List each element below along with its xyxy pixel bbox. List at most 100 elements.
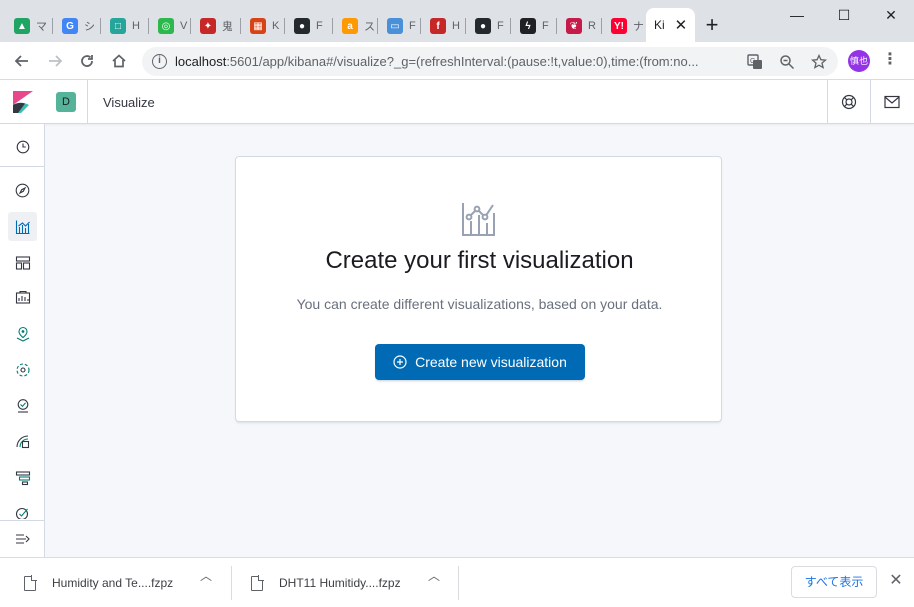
infrastructure-icon: [17, 398, 28, 413]
active-tab-title: Ki: [654, 18, 665, 32]
space-avatar[interactable]: D: [56, 92, 76, 112]
browser-tab[interactable]: ▭ F: [381, 14, 419, 38]
tab-separator: [420, 18, 421, 34]
browser-tab[interactable]: □ H: [104, 14, 142, 38]
nav-uptime[interactable]: [8, 499, 37, 519]
nav-machine-learning[interactable]: [8, 355, 37, 384]
empty-prompt-description: You can create different visualizations,…: [296, 296, 663, 312]
active-tab-kibana[interactable]: Ki ✕: [646, 8, 696, 42]
reload-button[interactable]: [75, 49, 99, 73]
nav-apm[interactable]: [8, 463, 37, 492]
logs-icon: [15, 434, 29, 448]
profile-avatar[interactable]: 慎也: [848, 50, 870, 72]
download-separator: [231, 566, 232, 600]
tab-separator: [52, 18, 53, 34]
newsfeed-button[interactable]: [870, 80, 912, 124]
canvas-icon: [15, 290, 30, 304]
browser-tab[interactable]: fH: [424, 14, 462, 38]
nav-maps[interactable]: [8, 319, 37, 348]
tab-separator: [465, 18, 466, 34]
file-icon: [251, 574, 264, 591]
window-close-button[interactable]: ✕: [876, 4, 906, 26]
address-bar[interactable]: i localhost:5601/app/kibana#/visualize?_…: [142, 47, 838, 76]
tab-title: ス: [364, 21, 374, 33]
tab-separator: [510, 18, 511, 34]
nav-discover[interactable]: [8, 176, 37, 205]
tab-title: R: [588, 20, 596, 32]
browser-tab[interactable]: aス: [336, 14, 374, 38]
reload-icon: [81, 55, 93, 67]
tab-separator: [148, 18, 149, 34]
browser-tab[interactable]: ◎ V: [152, 14, 190, 38]
tab-title: F: [497, 20, 504, 32]
download-item-2[interactable]: DHT11 Humitidy....fzpz: [251, 566, 401, 600]
tab-title: H: [132, 20, 140, 32]
tab-title: 鬼: [222, 21, 232, 33]
tab-title: H: [452, 20, 460, 32]
zoom-icon[interactable]: [778, 53, 796, 71]
nav-dashboard[interactable]: [8, 248, 37, 277]
svg-text:G: G: [750, 58, 755, 65]
nav-infrastructure[interactable]: [8, 391, 37, 420]
browser-tab[interactable]: ▦ K: [244, 14, 282, 38]
maximize-button[interactable]: ☐: [829, 4, 859, 26]
raspberry-pi-icon: ❦: [566, 18, 582, 34]
download-item-1[interactable]: Humidity and Te....fzpz: [24, 566, 173, 600]
arrow-left-icon: [14, 55, 28, 67]
download-filename: Humidity and Te....fzpz: [52, 576, 174, 590]
create-new-visualization-button[interactable]: Create new visualization: [375, 344, 585, 380]
chevron-up-icon[interactable]: ︿: [200, 567, 212, 584]
url-text[interactable]: localhost:5601/app/kibana#/visualize?_g=…: [175, 54, 735, 69]
browser-tab[interactable]: Y! ナ: [605, 14, 643, 38]
circle-app-icon: ◎: [158, 18, 174, 34]
help-lifebuoy-icon: [841, 94, 856, 110]
browser-tab[interactable]: ▲ マ: [8, 14, 46, 38]
download-filename: DHT11 Humitidy....fzpz: [279, 576, 401, 590]
forward-button[interactable]: [43, 49, 67, 73]
nav-recently-viewed[interactable]: [8, 132, 37, 161]
nav-logs[interactable]: [8, 427, 37, 456]
kibana-header: D Visualize: [0, 80, 914, 124]
document-icon: ▦: [250, 18, 266, 34]
download-shelf: Humidity and Te....fzpz ︿ DHT11 Humitidy…: [0, 557, 914, 607]
show-all-downloads-button[interactable]: すべて表示: [791, 566, 877, 598]
browser-tab[interactable]: ● F: [469, 14, 507, 38]
fritzing-icon: f: [430, 18, 446, 34]
chevron-up-icon[interactable]: ︿: [428, 567, 440, 584]
nav-separator: [0, 166, 45, 167]
tab-separator: [100, 18, 101, 34]
browser-tab[interactable]: Gシ: [56, 14, 94, 38]
browser-tab[interactable]: ● F: [288, 14, 326, 38]
new-tab-button[interactable]: +: [702, 14, 722, 38]
tab-title: F: [542, 20, 549, 32]
tab-title: F: [316, 20, 323, 32]
back-button[interactable]: [10, 49, 34, 73]
tab-close-icon[interactable]: ✕: [675, 18, 688, 33]
tab-separator: [377, 18, 378, 34]
browser-tab[interactable]: ✦ 鬼: [194, 14, 232, 38]
home-button[interactable]: [107, 49, 131, 73]
translate-icon[interactable]: G: [746, 53, 764, 71]
monitor-icon: ▭: [387, 18, 403, 34]
machine-learning-icon: [15, 362, 30, 377]
header-divider: [87, 80, 88, 124]
tab-title: V: [180, 20, 188, 32]
dashboard-icon: [15, 255, 30, 270]
nav-visualize[interactable]: [8, 212, 37, 241]
nav-canvas[interactable]: [8, 283, 37, 312]
browser-tab[interactable]: ❦ R: [560, 14, 598, 38]
browser-tab[interactable]: ϟF: [514, 14, 552, 38]
bookmark-star-icon[interactable]: [810, 53, 828, 71]
side-nav: [0, 124, 45, 557]
home-icon: [112, 54, 126, 68]
close-shelf-icon[interactable]: ✕: [887, 572, 905, 590]
info-icon[interactable]: i: [152, 54, 167, 69]
kibana-logo-icon[interactable]: [13, 91, 33, 113]
minimize-button[interactable]: —: [782, 4, 812, 26]
help-button[interactable]: [827, 80, 869, 124]
nav-collapse-button[interactable]: [0, 520, 45, 557]
more-menu-icon[interactable]: ⋮: [880, 51, 900, 71]
collapse-arrow-icon: [15, 534, 30, 544]
compass-icon: [15, 183, 30, 198]
plus-circle-icon: [393, 355, 407, 369]
